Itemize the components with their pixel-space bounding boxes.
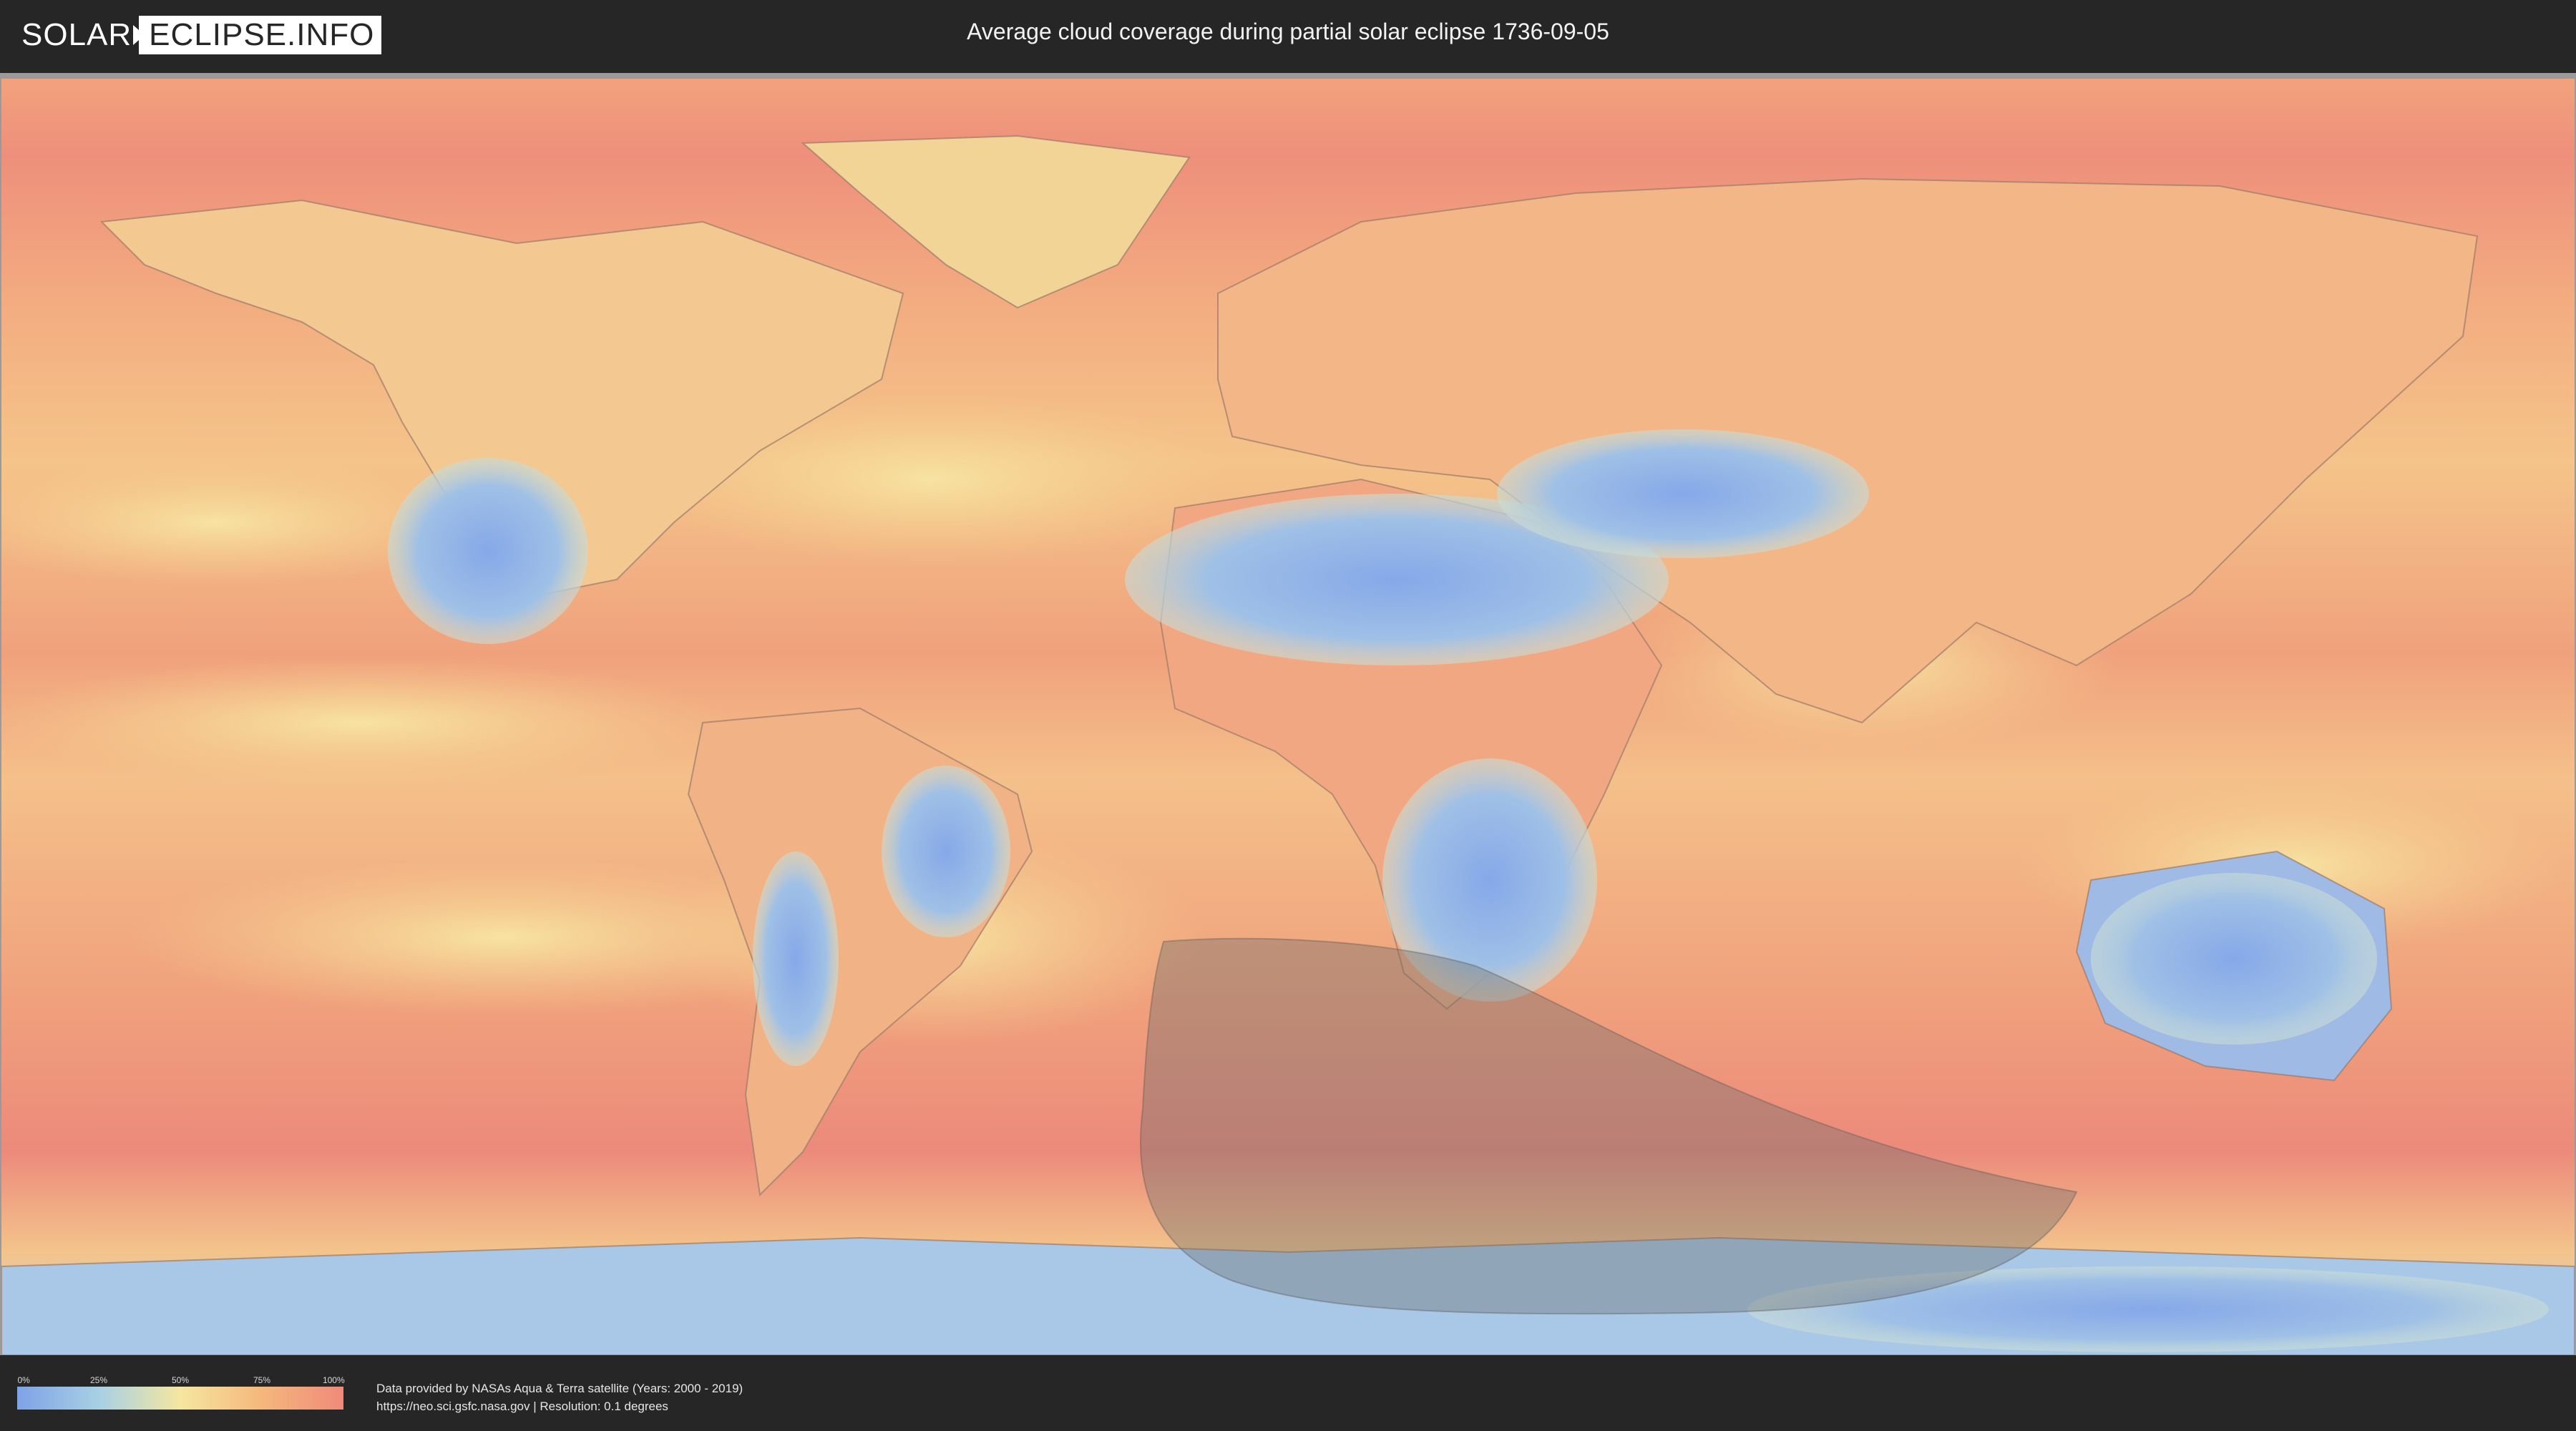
- legend-tick-50: 50%: [171, 1375, 190, 1385]
- legend-color-bar: [17, 1387, 343, 1410]
- legend-tick-0: 0%: [17, 1375, 30, 1385]
- data-credits: Data provided by NASAs Aqua & Terra sate…: [376, 1379, 743, 1415]
- world-map-svg: [1, 79, 2575, 1355]
- legend-tick-25: 25%: [89, 1375, 108, 1385]
- header-bar: SOLAR ECLIPSE.INFO Average cloud coverag…: [0, 0, 2576, 73]
- legend-tick-100: 100%: [322, 1375, 345, 1385]
- legend-ticks: 0% 25% 50% 75% 100%: [17, 1375, 345, 1387]
- credits-line-1: Data provided by NASAs Aqua & Terra sate…: [376, 1382, 743, 1395]
- footer-bar: 0% 25% 50% 75% 100% Data provided by NAS…: [0, 1355, 2576, 1431]
- legend-tick-75: 75%: [253, 1375, 271, 1385]
- cloud-coverage-map: [0, 73, 2576, 1355]
- page-title: Average cloud coverage during partial so…: [967, 19, 1609, 44]
- credits-line-2[interactable]: https://neo.sci.gsfc.nasa.gov | Resoluti…: [376, 1397, 743, 1415]
- cloud-coverage-legend: 0% 25% 50% 75% 100%: [17, 1375, 345, 1410]
